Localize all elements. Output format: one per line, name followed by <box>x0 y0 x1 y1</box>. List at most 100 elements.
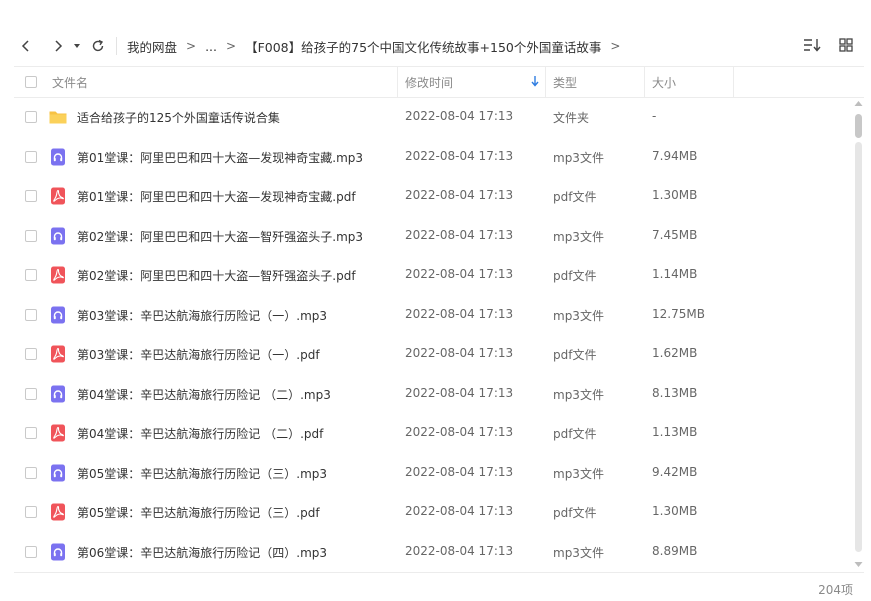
file-list-header: 文件名 修改时间 类型 大小 <box>14 66 864 98</box>
file-name[interactable]: 第06堂课：辛巴达航海旅行历险记（四）.mp3 <box>77 544 327 561</box>
pdf-file-icon <box>48 186 68 206</box>
file-name[interactable]: 第03堂课：辛巴达航海旅行历险记（一）.pdf <box>77 346 320 363</box>
file-row[interactable]: 第01堂课：阿里巴巴和四十大盗—发现神奇宝藏.mp3 2022-08-04 17:… <box>14 137 854 177</box>
file-name[interactable]: 适合给孩子的125个外国童话传说合集 <box>77 109 280 126</box>
history-dropdown-button[interactable] <box>70 34 84 58</box>
sort-descending-icon[interactable] <box>531 75 539 87</box>
file-type: mp3文件 <box>553 150 604 165</box>
row-checkbox[interactable] <box>25 150 37 163</box>
file-size: 12.75MB <box>652 306 705 321</box>
file-name[interactable]: 第02堂课：阿里巴巴和四十大盗—智歼强盗头子.mp3 <box>77 228 363 245</box>
file-size: 7.45MB <box>652 227 698 242</box>
pdf-file-icon <box>48 502 68 522</box>
file-type: mp3文件 <box>553 545 604 560</box>
file-name[interactable]: 第04堂课：辛巴达航海旅行历险记 （二）.pdf <box>77 425 323 442</box>
row-checkbox[interactable] <box>25 229 37 242</box>
file-modified-time: 2022-08-04 17:13 <box>405 385 514 400</box>
row-checkbox[interactable] <box>25 269 37 281</box>
breadcrumb-ellipsis[interactable]: ... <box>205 39 217 54</box>
file-row[interactable]: 第02堂课：阿里巴巴和四十大盗—智歼强盗头子.mp3 2022-08-04 17:… <box>14 216 854 256</box>
file-list: 适合给孩子的125个外国童话传说合集 2022-08-04 17:13 文件夹 - 第0… <box>14 97 854 571</box>
file-row[interactable]: 第05堂课：辛巴达航海旅行历险记（三）.pdf 2022-08-04 17:13 p… <box>14 492 854 532</box>
column-header-type[interactable]: 类型 <box>553 67 577 97</box>
vertical-scrollbar[interactable] <box>853 98 863 568</box>
row-checkbox[interactable] <box>25 111 37 123</box>
grid-icon <box>839 38 853 52</box>
scroll-down-arrow-icon[interactable] <box>854 561 863 568</box>
breadcrumb-current-folder[interactable]: 【F008】给孩子的75个中国文化传统故事+150个外国童话故事 <box>245 37 601 56</box>
select-all-checkbox[interactable] <box>25 76 37 88</box>
file-size: 1.30MB <box>652 188 698 202</box>
sort-view-button[interactable] <box>802 34 822 56</box>
footer-divider <box>14 572 864 573</box>
file-row[interactable]: 第03堂课：辛巴达航海旅行历险记（一）.pdf 2022-08-04 17:13 p… <box>14 334 854 374</box>
breadcrumb-separator: > <box>610 39 621 53</box>
breadcrumb-root[interactable]: 我的网盘 <box>127 37 177 56</box>
file-size: 7.94MB <box>652 148 698 163</box>
row-checkbox[interactable] <box>25 308 37 321</box>
audio-file-icon <box>48 384 68 404</box>
audio-file-icon <box>48 542 68 562</box>
file-type: pdf文件 <box>553 190 597 204</box>
file-size: 9.42MB <box>652 464 698 479</box>
audio-file-icon <box>48 305 68 325</box>
file-name[interactable]: 第04堂课：辛巴达航海旅行历险记 （二）.mp3 <box>77 386 331 403</box>
file-name[interactable]: 第05堂课：辛巴达航海旅行历险记（三）.pdf <box>77 504 320 521</box>
row-checkbox[interactable] <box>25 545 37 558</box>
file-modified-time: 2022-08-04 17:13 <box>405 227 514 242</box>
file-row[interactable]: 第01堂课：阿里巴巴和四十大盗—发现神奇宝藏.pdf 2022-08-04 17:… <box>14 176 854 216</box>
file-name[interactable]: 第03堂课：辛巴达航海旅行历险记（一）.mp3 <box>77 307 327 324</box>
file-modified-time: 2022-08-04 17:13 <box>405 306 514 321</box>
file-modified-time: 2022-08-04 17:13 <box>405 346 514 360</box>
column-header-size[interactable]: 大小 <box>652 67 676 97</box>
pdf-file-icon <box>48 265 68 285</box>
toolbar-divider <box>116 37 117 55</box>
row-checkbox[interactable] <box>25 348 37 360</box>
file-row[interactable]: 第03堂课：辛巴达航海旅行历险记（一）.mp3 2022-08-04 17:13 m… <box>14 295 854 335</box>
file-name[interactable]: 第05堂课：辛巴达航海旅行历险记（三）.mp3 <box>77 465 327 482</box>
folder-icon <box>48 107 68 127</box>
file-row[interactable]: 第04堂课：辛巴达航海旅行历险记 （二）.pdf 2022-08-04 17:13… <box>14 413 854 453</box>
forward-button[interactable] <box>46 34 70 58</box>
file-type: mp3文件 <box>553 387 604 402</box>
file-type: pdf文件 <box>553 506 597 520</box>
scrollbar-thumb[interactable] <box>855 114 862 138</box>
file-modified-time: 2022-08-04 17:13 <box>405 109 514 123</box>
column-header-name[interactable]: 文件名 <box>52 67 88 97</box>
file-size: 1.13MB <box>652 425 698 439</box>
grid-view-button[interactable] <box>836 34 856 56</box>
scrollbar-track[interactable] <box>855 142 862 552</box>
file-row[interactable]: 第06堂课：辛巴达航海旅行历险记（四）.mp3 2022-08-04 17:13 m… <box>14 532 854 572</box>
column-divider[interactable] <box>644 67 645 97</box>
column-divider[interactable] <box>545 67 546 97</box>
file-modified-time: 2022-08-04 17:13 <box>405 188 514 202</box>
column-header-modified[interactable]: 修改时间 <box>405 67 453 97</box>
file-name[interactable]: 第02堂课：阿里巴巴和四十大盗—智歼强盗头子.pdf <box>77 267 356 284</box>
row-checkbox[interactable] <box>25 427 37 439</box>
file-size: 1.30MB <box>652 504 698 518</box>
row-checkbox[interactable] <box>25 190 37 202</box>
row-checkbox[interactable] <box>25 506 37 518</box>
file-name[interactable]: 第01堂课：阿里巴巴和四十大盗—发现神奇宝藏.mp3 <box>77 149 363 166</box>
file-row[interactable]: 第05堂课：辛巴达航海旅行历险记（三）.mp3 2022-08-04 17:13 m… <box>14 453 854 493</box>
refresh-button[interactable] <box>86 34 110 58</box>
file-modified-time: 2022-08-04 17:13 <box>405 148 514 163</box>
file-row[interactable]: 第02堂课：阿里巴巴和四十大盗—智歼强盗头子.pdf 2022-08-04 17:… <box>14 255 854 295</box>
back-button[interactable] <box>14 34 38 58</box>
file-size: 1.14MB <box>652 267 698 281</box>
row-checkbox[interactable] <box>25 466 37 479</box>
file-modified-time: 2022-08-04 17:13 <box>405 543 514 558</box>
scroll-up-arrow-icon[interactable] <box>854 100 863 107</box>
file-type: pdf文件 <box>553 427 597 441</box>
file-row[interactable]: 第04堂课：辛巴达航海旅行历险记 （二）.mp3 2022-08-04 17:13… <box>14 374 854 414</box>
file-type: 文件夹 <box>553 111 590 125</box>
file-name[interactable]: 第01堂课：阿里巴巴和四十大盗—发现神奇宝藏.pdf <box>77 188 356 205</box>
breadcrumb: 我的网盘 > ... > 【F008】给孩子的75个中国文化传统故事+150个外… <box>127 37 629 56</box>
column-divider[interactable] <box>733 67 734 97</box>
row-checkbox[interactable] <box>25 387 37 400</box>
sort-list-icon <box>804 39 821 52</box>
column-divider[interactable] <box>397 67 398 97</box>
file-row[interactable]: 适合给孩子的125个外国童话传说合集 2022-08-04 17:13 文件夹 - <box>14 97 854 137</box>
file-size: - <box>652 109 657 123</box>
chevron-left-icon <box>21 40 29 52</box>
